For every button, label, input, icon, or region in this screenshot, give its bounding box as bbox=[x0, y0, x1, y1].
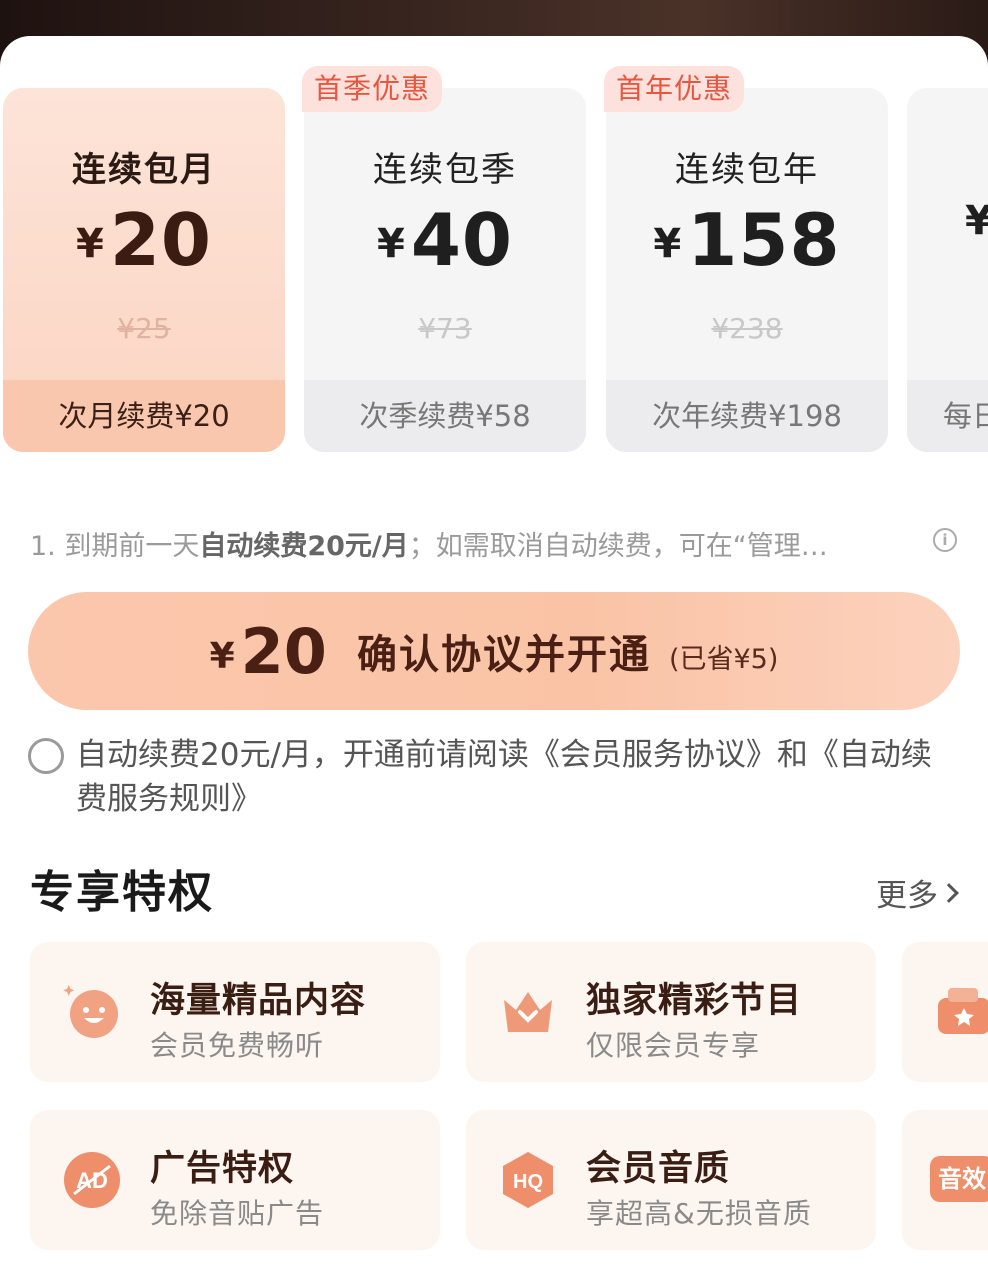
plan-price: ¥40 bbox=[376, 198, 514, 282]
renewal-notice: 1. 到期前一天自动续费20元/月；如需取消自动续费，可在“管理… bbox=[30, 531, 828, 562]
plan-name: 连续包月 bbox=[72, 150, 216, 190]
agreement-text[interactable]: 自动续费20元/月，开通前请阅读《会员服务协议》和《自动续费服务规则》 bbox=[76, 733, 956, 821]
plan-badge: 首季优惠 bbox=[302, 66, 443, 112]
plan-list: 连续包月 ¥20 ¥25 次月续费¥20 首季优惠 连续包季 ¥40 ¥73 次… bbox=[0, 66, 988, 454]
privilege-subtitle: 免除音贴广告 bbox=[150, 1197, 325, 1230]
ticket-icon bbox=[938, 988, 988, 1034]
plan-name: 连续包年 bbox=[675, 150, 819, 190]
privilege-card[interactable]: 独家精彩节目 仅限会员专享 bbox=[466, 942, 876, 1082]
privilege-title: 广告特权 bbox=[150, 1149, 295, 1189]
hq-icon: HQ bbox=[503, 1152, 553, 1208]
info-icon[interactable]: i bbox=[933, 528, 957, 552]
plan-card-quarterly[interactable]: 首季优惠 连续包季 ¥40 ¥73 次季续费¥58 bbox=[302, 66, 586, 452]
ad-icon: AD bbox=[64, 1152, 120, 1208]
membership-sheet: 连续包月 ¥20 ¥25 次月续费¥20 首季优惠 连续包季 ¥40 ¥73 次… bbox=[0, 36, 988, 1280]
smile-icon bbox=[63, 984, 118, 1038]
plan-original-price: ¥238 bbox=[711, 312, 783, 345]
chevron-right-icon bbox=[939, 882, 959, 903]
privileges-title: 专享特权 bbox=[30, 867, 214, 918]
plan-card-partial[interactable]: ¥ 每日 bbox=[907, 88, 988, 452]
privilege-card[interactable]: HQ 会员音质 享超高&无损音质 bbox=[466, 1110, 876, 1250]
privilege-subtitle: 仅限会员专享 bbox=[586, 1029, 761, 1062]
sound-effect-badge: 音效 bbox=[930, 1156, 988, 1202]
privilege-title: 海量精品内容 bbox=[150, 981, 367, 1021]
cta-amount: 20 bbox=[240, 614, 327, 688]
privilege-title: 独家精彩节目 bbox=[586, 981, 803, 1021]
agreement-checkbox[interactable] bbox=[28, 738, 64, 774]
crown-icon bbox=[504, 992, 552, 1032]
privilege-card[interactable]: 海量精品内容 会员免费畅听 bbox=[30, 942, 440, 1082]
plan-name: 连续包季 bbox=[373, 150, 517, 190]
privilege-card[interactable]: AD 广告特权 免除音贴广告 bbox=[30, 1110, 440, 1250]
plan-price: ¥20 bbox=[75, 198, 213, 282]
more-link[interactable]: 更多 bbox=[876, 870, 959, 915]
cta-label: 确认协议并开通 bbox=[356, 632, 651, 678]
plan-renew-price: 次季续费¥58 bbox=[304, 380, 586, 452]
privilege-card-partial[interactable]: 音效 bbox=[902, 1110, 988, 1250]
plan-price: ¥158 bbox=[653, 198, 841, 282]
privilege-card-partial[interactable] bbox=[902, 942, 988, 1082]
privilege-subtitle: 享超高&无损音质 bbox=[586, 1197, 812, 1230]
plan-renew-price: 次月续费¥20 bbox=[3, 380, 285, 452]
plan-original-price: ¥73 bbox=[418, 312, 472, 345]
plan-card-yearly[interactable]: 首年优惠 连续包年 ¥158 ¥238 次年续费¥198 bbox=[604, 66, 888, 452]
plan-card-monthly[interactable]: 连续包月 ¥20 ¥25 次月续费¥20 bbox=[3, 88, 285, 452]
plan-price: ¥ bbox=[965, 198, 988, 244]
plan-badge: 首年优惠 bbox=[604, 66, 745, 112]
plan-renew-price: 每日 bbox=[907, 380, 988, 452]
confirm-subscribe-button[interactable]: ¥ 20 确认协议并开通 (已省¥5) bbox=[28, 592, 960, 710]
svg-text:HQ: HQ bbox=[513, 1171, 543, 1193]
cta-currency: ¥ bbox=[209, 635, 235, 677]
plan-renew-price: 次年续费¥198 bbox=[606, 380, 888, 452]
privilege-subtitle: 会员免费畅听 bbox=[150, 1029, 325, 1062]
plan-original-price: ¥25 bbox=[117, 312, 171, 345]
cta-saved: (已省¥5) bbox=[668, 643, 779, 675]
privilege-title: 会员音质 bbox=[586, 1149, 731, 1189]
